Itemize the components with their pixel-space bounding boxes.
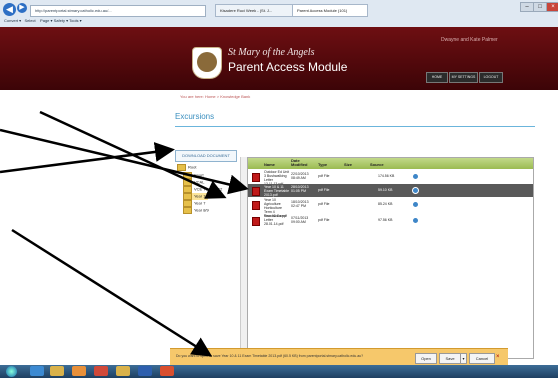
annotation-arrows	[0, 110, 249, 357]
arrow-to-selected-file	[0, 128, 249, 195]
arrow-to-notification	[11, 228, 213, 357]
arrow-to-tree-item	[39, 110, 227, 199]
